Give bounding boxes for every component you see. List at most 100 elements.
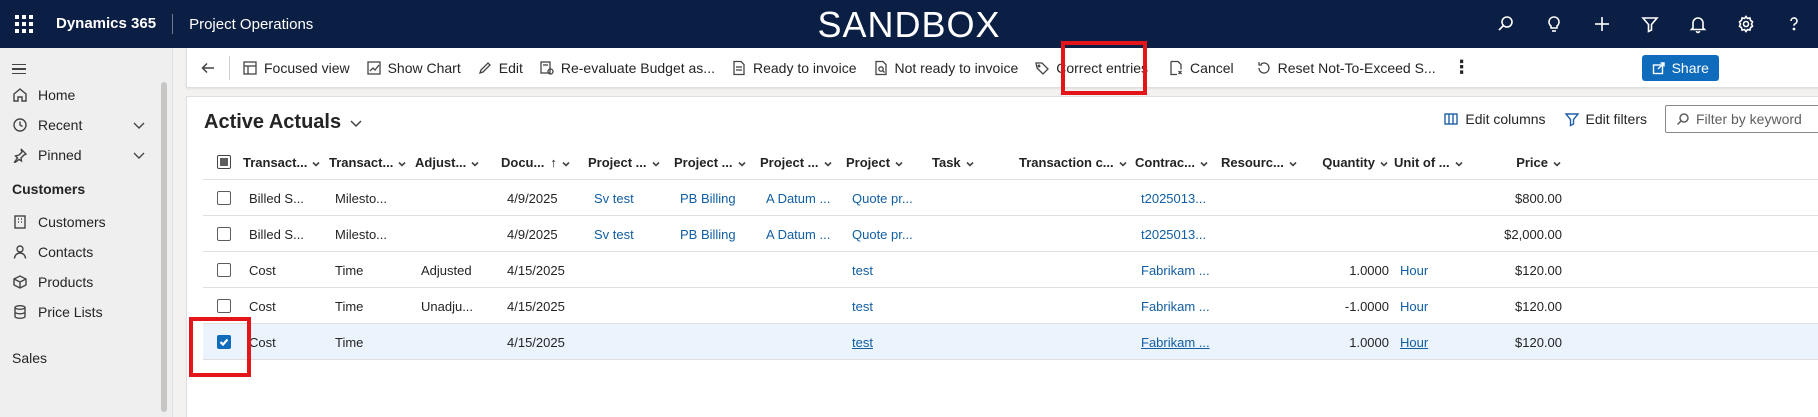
sidebar-item-pinned[interactable]: Pinned [0, 140, 160, 170]
table-cell-link[interactable]: PB Billing [680, 216, 762, 252]
sidebar-item-customers[interactable]: Customers [0, 207, 160, 237]
table-cell-link[interactable]: A Datum ... [766, 180, 848, 216]
table-cell-link[interactable]: Hour [1400, 288, 1482, 324]
show-chart-button[interactable]: Show Chart [360, 48, 471, 88]
plus-icon[interactable] [1578, 0, 1626, 48]
column-header[interactable]: Price [1480, 144, 1562, 180]
select-all-checkbox[interactable] [217, 155, 231, 169]
table-cell-link[interactable]: t2025013... [1141, 180, 1223, 216]
sidebar-item-label: Pinned [38, 147, 82, 163]
table-cell-link[interactable]: Fabrikam ... [1141, 324, 1223, 360]
filter-by-keyword-input[interactable]: Filter by keyword [1665, 105, 1818, 133]
table-cell-link[interactable]: Quote pr... [852, 180, 934, 216]
column-header[interactable]: Project ... [674, 144, 756, 180]
reevaluate-budget-button[interactable]: Re-evaluate Budget as... [533, 48, 725, 88]
more-commands-icon[interactable]: ⋮ [1446, 57, 1478, 78]
search-icon[interactable] [1482, 0, 1530, 48]
column-header[interactable]: Contrac... [1135, 144, 1217, 180]
table-cell-link[interactable]: test [852, 288, 934, 324]
table-row[interactable]: Cost Time Unadju... 4/15/2025 test Fabrikam .… [203, 288, 1818, 324]
table-cell [938, 288, 1020, 324]
filter-icon[interactable] [1626, 0, 1674, 48]
table-cell [594, 324, 676, 360]
chevron-down-icon [894, 157, 904, 167]
ready-to-invoice-button[interactable]: Ready to invoice [725, 48, 867, 88]
table-cell-link[interactable]: test [852, 324, 934, 360]
column-header-label: Project ... [588, 154, 647, 170]
table-cell-link[interactable]: Sv test [594, 180, 676, 216]
table-cell-link[interactable]: Fabrikam ... [1141, 252, 1223, 288]
table-cell-link[interactable]: t2025013... [1141, 216, 1223, 252]
edit-filters-button[interactable]: Edit filters [1564, 111, 1647, 127]
chevron-down-icon [1552, 157, 1562, 167]
column-header[interactable]: Docu... ↑ [501, 144, 583, 180]
column-header[interactable]: Project ... [760, 144, 842, 180]
table-cell-link[interactable]: A Datum ... [766, 216, 848, 252]
share-button[interactable]: Share [1641, 54, 1719, 81]
table-cell: Milesto... [335, 190, 388, 206]
sidebar-scrollbar[interactable] [161, 82, 167, 412]
column-header[interactable]: Transaction c... [1019, 144, 1129, 180]
view-title: Active Actuals [204, 111, 342, 133]
reset-not-to-exceed-button[interactable]: Reset Not-To-Exceed S... [1244, 48, 1446, 88]
sidebar-item-home[interactable]: Home [0, 80, 160, 110]
table-cell [1227, 216, 1309, 252]
chart-icon [366, 60, 381, 75]
row-checkbox[interactable] [217, 191, 231, 205]
sidebar-item-contacts[interactable]: Contacts [0, 237, 160, 267]
column-header[interactable]: Unit of ... [1394, 144, 1476, 180]
sidebar-item-products[interactable]: Products [0, 267, 160, 297]
hamburger-menu-icon[interactable] [12, 58, 34, 80]
table-cell-link[interactable]: Sv test [594, 216, 676, 252]
edit-button[interactable]: Edit [471, 48, 533, 88]
table-cell-link[interactable]: PB Billing [680, 180, 762, 216]
row-checkbox[interactable] [217, 299, 231, 313]
column-header[interactable]: Adjust... [415, 144, 497, 180]
table-cell-link[interactable]: Hour [1400, 324, 1482, 360]
edit-filters-label: Edit filters [1585, 111, 1647, 127]
column-header[interactable]: Project ... [588, 144, 670, 180]
table-cell [680, 288, 762, 324]
sidebar-item-recent[interactable]: Recent [0, 110, 160, 140]
table-cell [594, 252, 676, 288]
cancel-label: Cancel [1190, 59, 1234, 76]
column-header-label: Resourc... [1221, 154, 1284, 170]
table-cell: 4/15/2025 [507, 298, 565, 314]
table-cell-link[interactable]: Fabrikam ... [1141, 288, 1223, 324]
table-row[interactable]: Billed S... Milesto... 4/9/2025 Sv test PB B… [203, 180, 1818, 216]
column-header[interactable]: Task [932, 144, 1014, 180]
row-checkbox[interactable] [217, 227, 231, 241]
cancel-button[interactable]: Cancel [1158, 48, 1244, 88]
edit-columns-button[interactable]: Edit columns [1443, 111, 1546, 127]
bell-icon[interactable] [1674, 0, 1722, 48]
column-header[interactable]: Resourc... [1221, 144, 1303, 180]
not-ready-to-invoice-button[interactable]: Not ready to invoice [867, 48, 1029, 88]
help-icon[interactable] [1770, 0, 1818, 48]
back-button[interactable] [187, 48, 229, 88]
gear-icon[interactable] [1722, 0, 1770, 48]
table-cell-link[interactable]: test [852, 252, 934, 288]
table-cell: $120.00 [1515, 298, 1562, 314]
table-row[interactable]: Billed S... Milesto... 4/9/2025 Sv test PB B… [203, 216, 1818, 252]
brand-name[interactable]: Dynamics 365 [48, 14, 174, 34]
row-checkbox[interactable] [217, 263, 231, 277]
column-header[interactable]: Project [846, 144, 928, 180]
app-name[interactable]: Project Operations [173, 16, 313, 33]
table-cell-link[interactable]: Quote pr... [852, 216, 934, 252]
app-launcher-icon[interactable] [0, 0, 48, 48]
table-cell-link[interactable]: Hour [1400, 252, 1482, 288]
view-selector[interactable]: Active Actuals [204, 111, 363, 134]
sidebar-item-price-lists[interactable]: Price Lists [0, 297, 160, 327]
column-header[interactable]: Quantity [1307, 144, 1389, 180]
table-cell [766, 324, 848, 360]
column-header[interactable]: Transact... [243, 144, 325, 180]
chevron-down-icon[interactable] [132, 148, 146, 165]
table-cell: Cost [249, 298, 276, 314]
focused-view-button[interactable]: Focused view [236, 48, 360, 88]
chevron-down-icon [397, 157, 407, 167]
table-row[interactable]: Cost Time 4/15/2025 test Fabrikam ... 1.0000 H… [203, 324, 1818, 360]
lightbulb-icon[interactable] [1530, 0, 1578, 48]
column-header[interactable]: Transact... [329, 144, 411, 180]
chevron-down-icon[interactable] [132, 118, 146, 135]
table-row[interactable]: Cost Time Adjusted 4/15/2025 test Fabrikam ..… [203, 252, 1818, 288]
